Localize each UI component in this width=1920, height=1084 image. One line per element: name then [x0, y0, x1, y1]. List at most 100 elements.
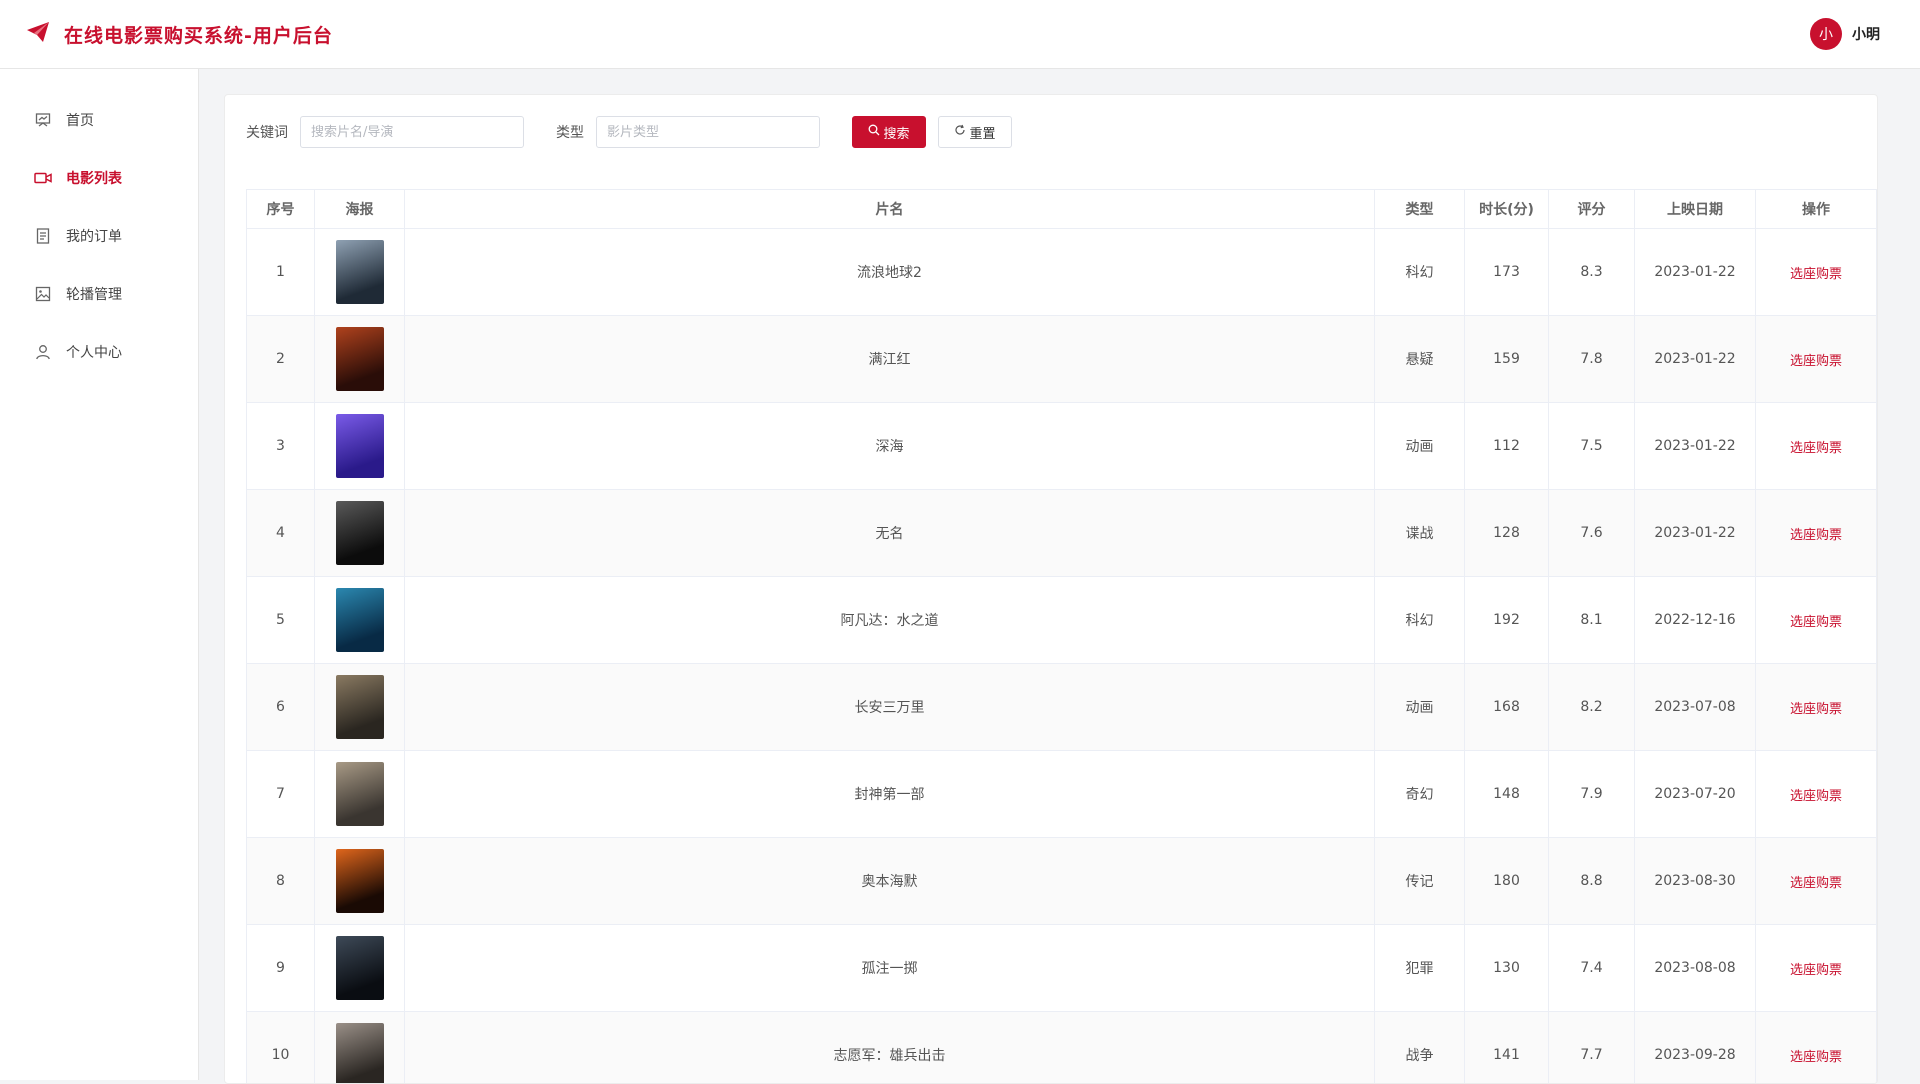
- movie-poster[interactable]: [336, 588, 384, 652]
- cell-duration: 168: [1465, 664, 1549, 751]
- sidebar: 首页 电影列表 我的订单 轮播管理 个人中心: [0, 69, 199, 1080]
- sidebar-item-movie-list[interactable]: 电影列表: [0, 149, 198, 207]
- table-body: 1 流浪地球2 科幻 173 8.3 2023-01-22 选座购票 2 满江红…: [247, 229, 1877, 1084]
- cell-duration: 130: [1465, 925, 1549, 1012]
- buy-ticket-link[interactable]: 选座购票: [1790, 963, 1842, 978]
- movie-poster[interactable]: [336, 675, 384, 739]
- cell-poster: [315, 403, 405, 490]
- app-title: 在线电影票购买系统-用户后台: [64, 21, 333, 48]
- cell-index: 8: [247, 838, 315, 925]
- cell-release-date: 2023-08-08: [1635, 925, 1756, 1012]
- sidebar-item-my-orders[interactable]: 我的订单: [0, 207, 198, 265]
- cell-title: 满江红: [405, 316, 1375, 403]
- column-header-release-date: 上映日期: [1635, 190, 1756, 229]
- cell-rating: 8.8: [1549, 838, 1635, 925]
- cell-poster: [315, 1012, 405, 1084]
- table-row: 9 孤注一掷 犯罪 130 7.4 2023-08-08 选座购票: [247, 925, 1877, 1012]
- movie-poster[interactable]: [336, 762, 384, 826]
- cell-title: 长安三万里: [405, 664, 1375, 751]
- sidebar-item-label: 首页: [66, 110, 94, 130]
- search-button[interactable]: 搜索: [852, 116, 926, 148]
- movie-poster[interactable]: [336, 936, 384, 1000]
- cell-type: 科幻: [1375, 577, 1465, 664]
- cell-index: 2: [247, 316, 315, 403]
- cell-duration: 159: [1465, 316, 1549, 403]
- main-panel: 关键词 类型 搜索 重置 序号 海报 片名 类型: [224, 94, 1878, 1084]
- buy-ticket-link[interactable]: 选座购票: [1790, 267, 1842, 282]
- cell-poster: [315, 229, 405, 316]
- cell-poster: [315, 838, 405, 925]
- table-row: 6 长安三万里 动画 168 8.2 2023-07-08 选座购票: [247, 664, 1877, 751]
- cell-rating: 8.3: [1549, 229, 1635, 316]
- sidebar-item-carousel[interactable]: 轮播管理: [0, 265, 198, 323]
- cell-type: 动画: [1375, 664, 1465, 751]
- reset-button[interactable]: 重置: [938, 116, 1012, 148]
- buy-ticket-link[interactable]: 选座购票: [1790, 441, 1842, 456]
- cell-index: 6: [247, 664, 315, 751]
- cell-type: 犯罪: [1375, 925, 1465, 1012]
- cell-rating: 7.7: [1549, 1012, 1635, 1084]
- sidebar-item-label: 个人中心: [66, 342, 122, 362]
- brand: 在线电影票购买系统-用户后台: [26, 21, 333, 48]
- column-header-duration: 时长(分): [1465, 190, 1549, 229]
- buy-ticket-link[interactable]: 选座购票: [1790, 1050, 1842, 1065]
- column-header-action: 操作: [1756, 190, 1877, 229]
- movie-poster[interactable]: [336, 849, 384, 913]
- buy-ticket-link[interactable]: 选座购票: [1790, 528, 1842, 543]
- username[interactable]: 小明: [1852, 24, 1880, 44]
- cell-title: 志愿军：雄兵出击: [405, 1012, 1375, 1084]
- movie-poster[interactable]: [336, 501, 384, 565]
- buy-ticket-link[interactable]: 选座购票: [1790, 615, 1842, 630]
- cell-release-date: 2022-12-16: [1635, 577, 1756, 664]
- buy-ticket-link[interactable]: 选座购票: [1790, 876, 1842, 891]
- cell-action: 选座购票: [1756, 1012, 1877, 1084]
- cell-duration: 141: [1465, 1012, 1549, 1084]
- cell-rating: 7.5: [1549, 403, 1635, 490]
- sidebar-item-profile[interactable]: 个人中心: [0, 323, 198, 381]
- document-icon: [34, 227, 52, 245]
- cell-action: 选座购票: [1756, 403, 1877, 490]
- table-row: 1 流浪地球2 科幻 173 8.3 2023-01-22 选座购票: [247, 229, 1877, 316]
- cell-index: 7: [247, 751, 315, 838]
- cell-index: 1: [247, 229, 315, 316]
- buy-ticket-link[interactable]: 选座购票: [1790, 354, 1842, 369]
- column-header-type: 类型: [1375, 190, 1465, 229]
- cell-type: 动画: [1375, 403, 1465, 490]
- cell-title: 封神第一部: [405, 751, 1375, 838]
- cell-action: 选座购票: [1756, 577, 1877, 664]
- cell-type: 传记: [1375, 838, 1465, 925]
- cell-title: 深海: [405, 403, 1375, 490]
- cell-poster: [315, 316, 405, 403]
- search-button-label: 搜索: [883, 123, 909, 142]
- user-menu[interactable]: 小 小明: [1810, 18, 1880, 50]
- cell-rating: 8.2: [1549, 664, 1635, 751]
- movie-poster[interactable]: [336, 240, 384, 304]
- cell-release-date: 2023-07-20: [1635, 751, 1756, 838]
- reset-button-label: 重置: [969, 123, 995, 142]
- cell-duration: 112: [1465, 403, 1549, 490]
- movie-table: 序号 海报 片名 类型 时长(分) 评分 上映日期 操作 1 流浪地球2 科幻 …: [246, 189, 1877, 1084]
- buy-ticket-link[interactable]: 选座购票: [1790, 789, 1842, 804]
- cell-rating: 7.6: [1549, 490, 1635, 577]
- image-icon: [34, 285, 52, 303]
- user-icon: [34, 343, 52, 361]
- cell-action: 选座购票: [1756, 925, 1877, 1012]
- buy-ticket-link[interactable]: 选座购票: [1790, 702, 1842, 717]
- type-input[interactable]: [596, 116, 820, 148]
- cell-release-date: 2023-01-22: [1635, 316, 1756, 403]
- movie-poster[interactable]: [336, 1023, 384, 1084]
- cell-release-date: 2023-08-30: [1635, 838, 1756, 925]
- avatar[interactable]: 小: [1810, 18, 1842, 50]
- cell-rating: 7.8: [1549, 316, 1635, 403]
- cell-poster: [315, 577, 405, 664]
- cell-action: 选座购票: [1756, 490, 1877, 577]
- cell-action: 选座购票: [1756, 664, 1877, 751]
- cell-poster: [315, 490, 405, 577]
- keyword-input[interactable]: [300, 116, 524, 148]
- movie-poster[interactable]: [336, 327, 384, 391]
- cell-poster: [315, 664, 405, 751]
- cell-index: 9: [247, 925, 315, 1012]
- cell-title: 奥本海默: [405, 838, 1375, 925]
- movie-poster[interactable]: [336, 414, 384, 478]
- sidebar-item-home[interactable]: 首页: [0, 91, 198, 149]
